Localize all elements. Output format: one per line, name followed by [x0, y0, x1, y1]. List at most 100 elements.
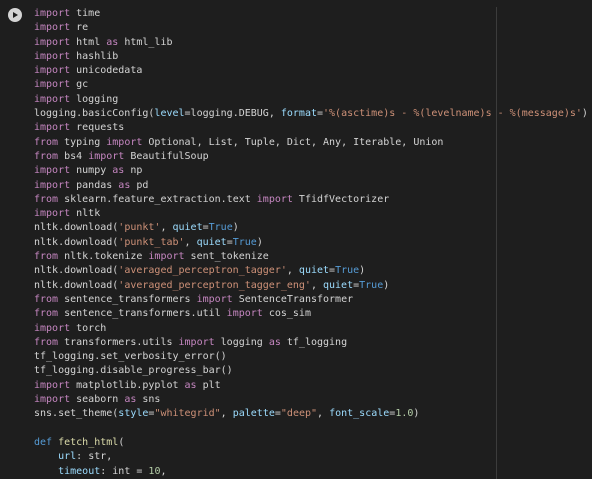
code-token: as — [184, 379, 197, 391]
code-token: torch — [70, 322, 107, 334]
code-token: sns.set_theme( — [34, 408, 119, 420]
code-line: sns.set_theme(style="whitegrid", palette… — [34, 407, 588, 421]
code-line: import seaborn as sns — [34, 393, 588, 407]
code-token: , — [160, 222, 173, 234]
code-line: url: str, — [34, 450, 588, 464]
code-line: from transformers.utils import logging a… — [34, 336, 588, 350]
code-line: from nltk.tokenize import sent_tokenize — [34, 250, 588, 264]
code-token: sklearn.feature_extraction.text — [58, 193, 257, 205]
code-token: import — [34, 179, 71, 191]
code-token: import — [226, 308, 263, 320]
code-line: logging.basicConfig(level=logging.DEBUG,… — [34, 107, 588, 121]
code-token: import — [34, 79, 71, 91]
code-token: palette — [232, 408, 275, 420]
code-token: font_scale — [329, 408, 390, 420]
code-token: TfidfVectorizer — [292, 193, 390, 205]
code-token: tf_logging — [280, 336, 348, 348]
code-line: import unicodedata — [34, 64, 588, 78]
code-token: , — [160, 465, 167, 477]
code-token: BeautifulSoup — [124, 150, 209, 162]
code-line: import time — [34, 7, 588, 21]
code-token: logging.basicConfig( — [34, 108, 155, 120]
code-token: pandas — [70, 179, 119, 191]
code-token: 'averaged_perceptron_tagger_eng' — [118, 279, 311, 291]
code-token: as — [268, 336, 281, 348]
code-token: format — [280, 108, 317, 120]
code-line: tf_logging.disable_progress_bar() — [34, 364, 588, 378]
code-line: from typing import Optional, List, Tuple… — [34, 136, 588, 150]
code-token: import — [34, 122, 71, 134]
code-token: tf_logging.disable_progress_bar() — [34, 365, 233, 377]
code-token: from — [34, 193, 59, 205]
code-token: : int = — [100, 465, 149, 477]
code-token: logging — [214, 336, 269, 348]
code-token: cos_sim — [262, 308, 311, 320]
code-line: def fetch_html( — [34, 436, 588, 450]
code-line: nltk.download('punkt_tab', quiet=True) — [34, 236, 588, 250]
code-line: import nltk — [34, 207, 588, 221]
code-token: nltk.download( — [34, 236, 119, 248]
code-token: ( — [118, 436, 125, 448]
code-line: tf_logging.set_verbosity_error() — [34, 350, 588, 364]
code-token: 'averaged_perceptron_tagger' — [118, 265, 287, 277]
code-line: import html as html_lib — [34, 36, 588, 50]
code-token: from — [34, 293, 59, 305]
code-token: "whitegrid" — [154, 408, 221, 420]
code-token: quiet — [298, 265, 330, 277]
code-token: ) — [232, 222, 239, 234]
code-token: ) — [413, 408, 420, 420]
code-line: import matplotlib.pyplot as plt — [34, 379, 588, 393]
code-token: 1.0 — [395, 408, 414, 420]
code-token: =logging.DEBUG, — [184, 108, 281, 120]
code-line: nltk.download('averaged_perceptron_tagge… — [34, 279, 588, 293]
code-token: typing — [58, 136, 107, 148]
code-line: from bs4 import BeautifulSoup — [34, 150, 588, 164]
code-token: sns — [136, 394, 161, 406]
code-token: import — [256, 193, 293, 205]
code-token: True — [208, 222, 233, 234]
code-token: import — [196, 293, 233, 305]
code-token: sent_tokenize — [184, 251, 269, 263]
code-line: import logging — [34, 93, 588, 107]
code-token: unicodedata — [70, 65, 143, 77]
code-token: transformers.utils — [58, 336, 179, 348]
code-token: style — [118, 408, 149, 420]
code-token: ) — [581, 108, 588, 120]
code-token: import — [34, 208, 71, 220]
code-token: , — [317, 408, 330, 420]
code-token: 'punkt' — [118, 222, 161, 234]
code-token: from — [34, 251, 59, 263]
code-token: 'punkt_tab' — [118, 236, 185, 248]
code-token: True — [232, 236, 257, 248]
code-token: nltk.download( — [34, 279, 119, 291]
code-token: gc — [70, 79, 89, 91]
code-token: import — [106, 136, 143, 148]
play-icon — [13, 12, 18, 18]
code-token: import — [34, 322, 71, 334]
code-token: import — [34, 8, 71, 19]
code-token: nltk.tokenize — [58, 251, 149, 263]
run-cell-button[interactable] — [8, 8, 22, 22]
code-token: level — [154, 108, 185, 120]
code-token: plt — [196, 379, 221, 391]
code-token: sentence_transformers — [58, 293, 197, 305]
code-token: as — [124, 394, 137, 406]
code-token: tf_logging.set_verbosity_error() — [34, 351, 227, 363]
code-editor[interactable]: import time import re import html as html_… — [34, 7, 588, 479]
code-line: import pandas as pd — [34, 179, 588, 193]
code-token: from — [34, 136, 59, 148]
code-line: import torch — [34, 322, 588, 336]
code-cell[interactable]: import time import re import html as html_… — [0, 0, 592, 479]
code-token: from — [34, 308, 59, 320]
code-token: import — [34, 165, 71, 177]
code-token: import — [34, 394, 71, 406]
code-token: as — [112, 165, 125, 177]
code-token: timeout — [58, 465, 101, 477]
code-token: seaborn — [70, 394, 125, 406]
code-token: "deep" — [280, 408, 318, 420]
code-token: True — [359, 279, 384, 291]
code-line: from sklearn.feature_extraction.text imp… — [34, 193, 588, 207]
